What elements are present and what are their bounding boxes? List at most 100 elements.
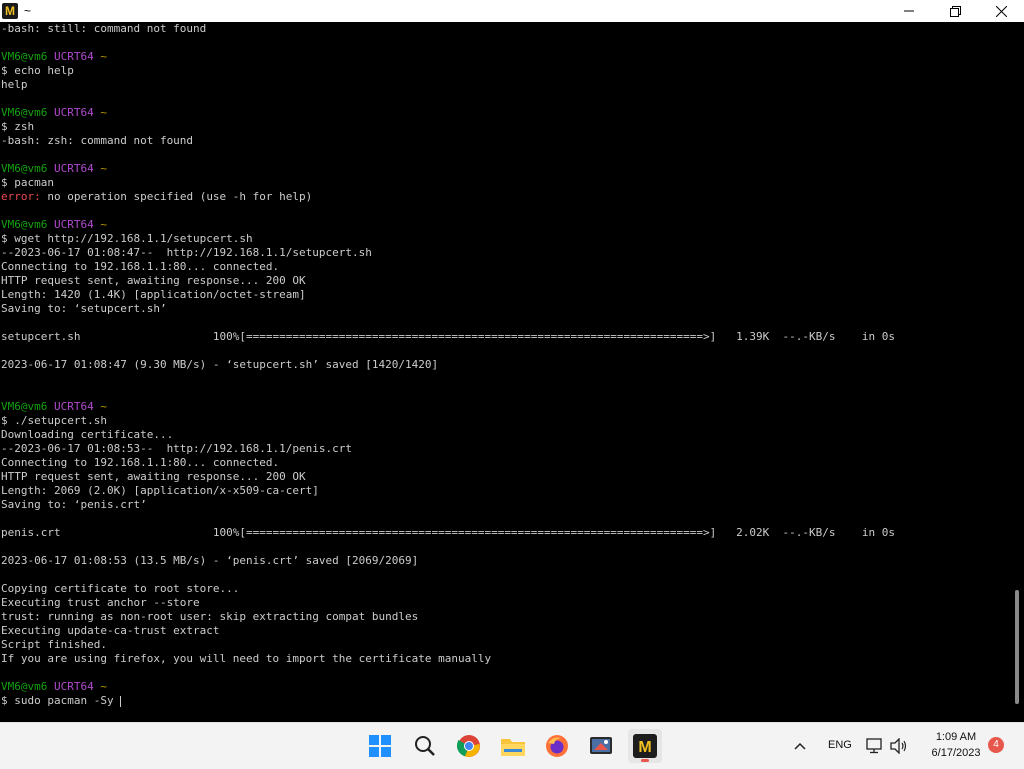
prompt-line: VM6@vm6 UCRT64 ~ [0,106,1010,120]
prompt-user: VM6@vm6 [1,162,48,175]
prompt-env: UCRT64 [53,218,94,231]
prompt-user: VM6@vm6 [1,680,48,693]
show-hidden-icons-button[interactable] [788,729,812,763]
terminal-line: trust: running as non-root user: skip ex… [1,610,419,623]
scrollbar-thumb[interactable] [1015,590,1019,704]
terminal-line: --2023-06-17 01:08:47-- http://192.168.1… [1,246,372,259]
terminal-line: Saving to: ‘penis.crt’ [1,498,147,511]
error-label: error: [1,190,41,203]
terminal-line: Executing update-ca-trust extract [1,624,220,637]
firefox-taskbar-button[interactable] [540,729,574,763]
prompt-env: UCRT64 [53,50,94,63]
close-icon [995,5,1007,17]
search-icon [415,736,435,756]
title-bar[interactable]: M ~ [0,0,1024,22]
terminal-line: Length: 1420 (1.4K) [application/octet-s… [1,288,306,301]
terminal-line: -bash: zsh: command not found [1,134,194,147]
terminal-line: Connecting to 192.168.1.1:80... connecte… [1,260,280,273]
progress-line: setupcert.sh 100%[======================… [1,330,896,343]
snipping-tool-icon [590,737,612,754]
prompt-dir: ~ [100,106,107,119]
clock-date: 6/17/2023 [931,747,981,759]
chrome-taskbar-button[interactable] [452,729,486,763]
error-message: no operation specified (use -h for help) [40,190,313,203]
notification-badge[interactable]: 4 [988,737,1004,753]
start-button[interactable] [363,729,397,763]
prompt-line: VM6@vm6 UCRT64 ~ [0,162,1010,176]
terminal-line: Connecting to 192.168.1.1:80... connecte… [1,456,280,469]
text-cursor [120,695,122,707]
command-line: $ echo help [1,64,74,77]
terminal-line: If you are using firefox, you will need … [1,652,492,665]
terminal-line: -bash: still: command not found [1,22,207,35]
terminal-line: Script finished. [1,638,107,651]
network-icon [866,738,882,754]
terminal-line: HTTP request sent, awaiting response... … [1,470,306,483]
current-command-line[interactable]: $ sudo pacman -Sy [0,694,1010,708]
terminal-line: HTTP request sent, awaiting response... … [1,274,306,287]
terminal-line: Copying certificate to root store... [1,582,240,595]
minimize-button[interactable] [886,0,932,22]
speaker-icon [890,738,907,754]
clock-time: 1:09 AM [935,731,977,743]
prompt-user: VM6@vm6 [1,50,48,63]
msys2-icon: M [633,734,657,758]
current-command: $ sudo pacman -Sy [1,694,121,707]
prompt-dir: ~ [100,50,107,63]
windows-start-icon [369,735,391,757]
prompt-dir: ~ [100,680,107,693]
error-line: error: no operation specified (use -h fo… [0,190,1010,204]
prompt-env: UCRT64 [53,400,94,413]
command-line: $ zsh [1,120,35,133]
progress-line: penis.crt 100%[=========================… [1,526,896,539]
chevron-up-icon [794,742,806,750]
terminal-scrollbar[interactable] [1010,22,1024,722]
prompt-env: UCRT64 [53,162,94,175]
prompt-user: VM6@vm6 [1,400,48,413]
terminal-line: Saving to: ‘setupcert.sh’ [1,302,167,315]
folder-icon [501,739,525,756]
close-button[interactable] [978,0,1024,22]
language-indicator[interactable]: ENG [828,739,852,751]
firefox-icon [546,735,568,757]
taskbar-clock[interactable]: 1:09 AM 6/17/2023 [918,729,994,761]
network-button[interactable] [864,729,886,763]
prompt-env: UCRT64 [53,106,94,119]
chrome-icon [457,735,480,757]
msys2-taskbar-button[interactable]: M [628,729,662,763]
command-line: $ ./setupcert.sh [1,414,107,427]
prompt-dir: ~ [100,162,107,175]
prompt-env: UCRT64 [53,680,94,693]
volume-button[interactable] [888,729,910,763]
prompt-user: VM6@vm6 [1,106,48,119]
prompt-user: VM6@vm6 [1,218,48,231]
search-button[interactable] [408,729,442,763]
prompt-line: VM6@vm6 UCRT64 ~ [0,400,1010,414]
prompt-line: VM6@vm6 UCRT64 ~ [0,218,1010,232]
file-explorer-taskbar-button[interactable] [496,729,530,763]
terminal-line: 2023-06-17 01:08:53 (13.5 MB/s) - ‘penis… [1,554,419,567]
command-line: $ pacman [1,176,54,189]
terminal-line: --2023-06-17 01:08:53-- http://192.168.1… [1,442,352,455]
terminal-line: Downloading certificate... [1,428,174,441]
prompt-line: VM6@vm6 UCRT64 ~ [0,680,1010,694]
terminal-line: Executing trust anchor --store [1,596,200,609]
terminal-output[interactable]: -bash: still: command not found VM6@vm6 … [0,22,1010,722]
snipping-tool-taskbar-button[interactable] [584,729,618,763]
msys2-app-icon[interactable]: M [2,3,18,19]
window-title: ~ [24,4,32,18]
restore-button[interactable] [932,0,978,22]
command-line: $ wget http://192.168.1.1/setupcert.sh [1,232,253,245]
